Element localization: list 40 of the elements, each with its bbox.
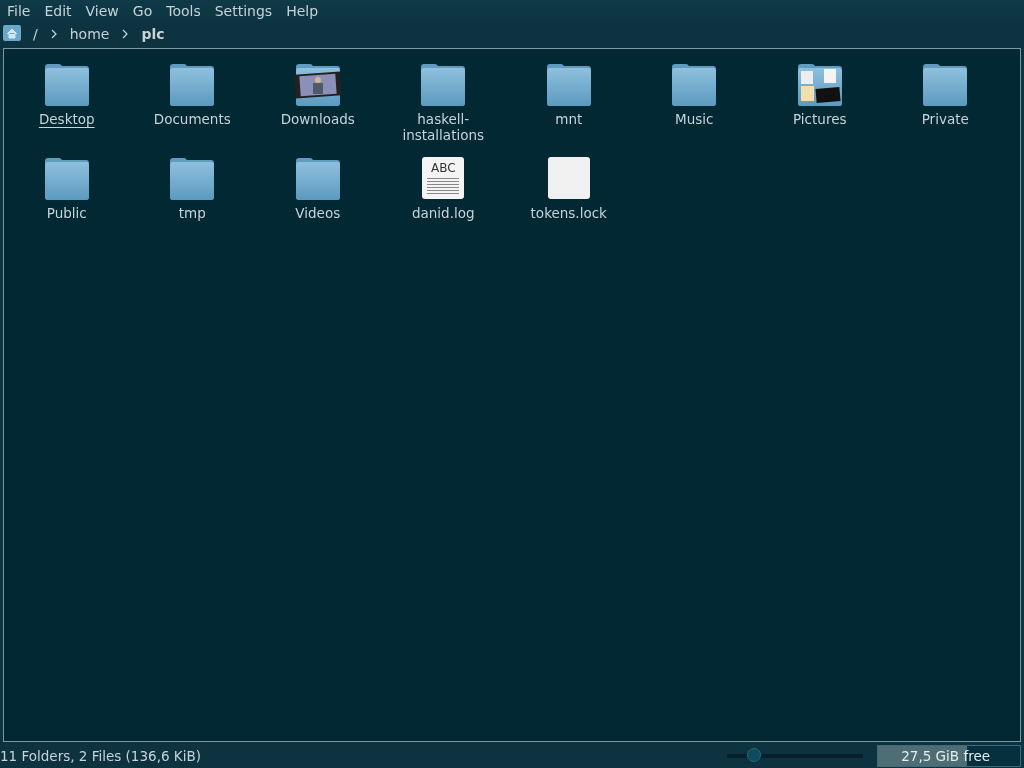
file-name[interactable]: Desktop	[38, 111, 95, 127]
disk-space-label: 27,5 GiB free	[900, 747, 991, 766]
file-name[interactable]: tmp	[178, 205, 206, 221]
file-name[interactable]: Public	[46, 205, 87, 221]
file-name[interactable]: Pictures	[793, 111, 847, 127]
folder-icon	[419, 61, 468, 109]
file-name[interactable]: Private	[921, 111, 969, 127]
folder-icon	[168, 155, 217, 203]
slider-thumb[interactable]	[747, 748, 762, 762]
file-name[interactable]: danid.log	[411, 205, 475, 221]
file-name[interactable]: tokens.lock	[530, 205, 607, 221]
folder-icon	[168, 61, 217, 109]
menu-item[interactable]: View	[80, 3, 124, 19]
breadcrumb-item[interactable]: plc	[137, 26, 169, 42]
file-name[interactable]: Videos	[295, 205, 341, 221]
thumbnail-text: ABC	[430, 161, 456, 175]
video-folder-icon	[293, 61, 342, 109]
folder-icon	[42, 61, 91, 109]
menu-item[interactable]: Tools	[161, 3, 206, 19]
file-name[interactable]: haskell- installations	[402, 111, 485, 143]
menu-item[interactable]: Edit	[39, 3, 77, 19]
folder-icon	[293, 155, 342, 203]
file-name[interactable]: Downloads	[280, 111, 355, 127]
menu-item[interactable]: Help	[281, 3, 324, 19]
file-name[interactable]: Documents	[153, 111, 231, 127]
folder-icon	[921, 61, 970, 109]
status-text: 11 Folders, 2 Files (136,6 KiB)	[0, 748, 202, 764]
folder-icon	[544, 61, 593, 109]
chevron-icon	[49, 29, 58, 39]
pictures-folder-icon	[795, 61, 844, 109]
menu-item[interactable]: File	[2, 3, 36, 19]
file-name[interactable]: mnt	[555, 111, 583, 127]
menu-item[interactable]: Go	[127, 3, 158, 19]
breadcrumb-item[interactable]: home	[65, 26, 114, 42]
folder-icon	[670, 61, 719, 109]
menu-item[interactable]: Settings	[209, 3, 278, 19]
chevron-icon	[121, 29, 130, 39]
breadcrumb-item[interactable]: /	[29, 26, 42, 42]
folder-icon	[42, 155, 91, 203]
file-name[interactable]: Music	[675, 111, 714, 127]
